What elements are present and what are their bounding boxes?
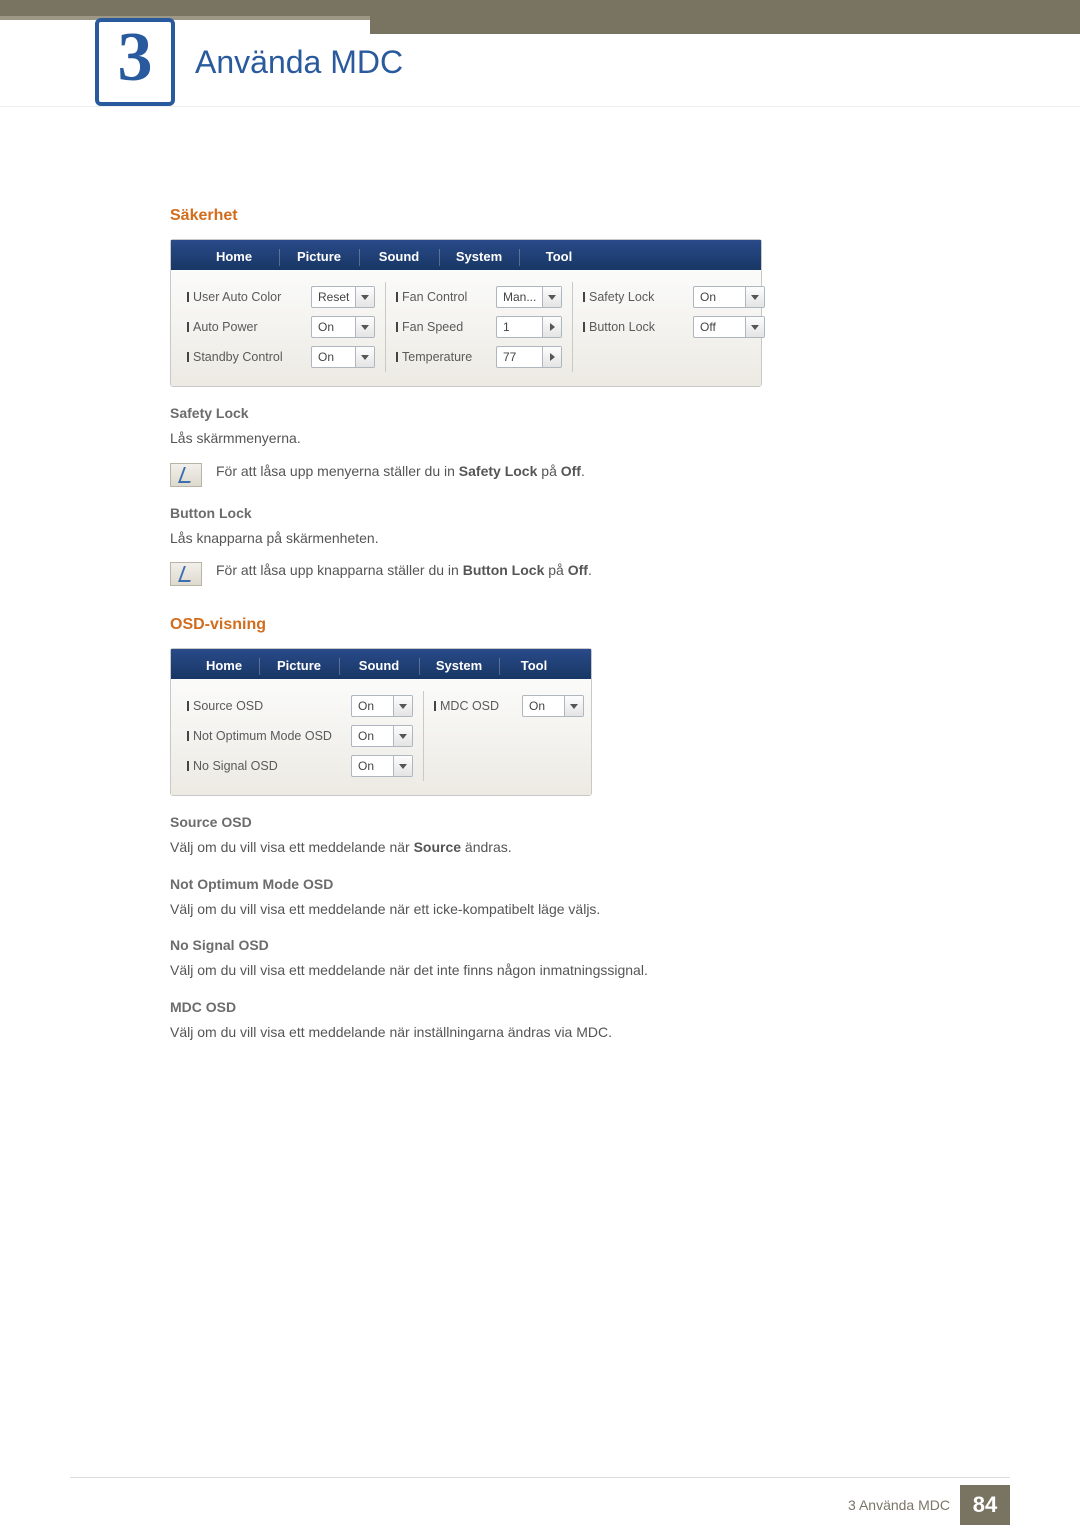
label-button-lock: Button Lock [583,320,685,334]
chevron-down-icon [355,317,374,337]
chevron-down-icon [355,347,374,367]
text-not-optimum-osd: Välj om du vill visa ett meddelande när … [170,900,910,920]
subheading-button-lock: Button Lock [170,505,910,521]
dd-fan-control[interactable]: Man... [496,286,562,308]
subheading-source-osd: Source OSD [170,814,910,830]
note-text: För att låsa upp menyerna ställer du in … [216,463,585,479]
label-mdc-osd: MDC OSD [434,699,514,713]
page-header: 3 Använda MDC [0,16,1080,107]
text-safety-lock: Lås skärmmenyerna. [170,429,910,449]
text-source-osd: Välj om du vill visa ett meddelande när … [170,838,910,858]
text-button-lock: Lås knapparna på skärmenheten. [170,529,910,549]
chapter-number: 3 [95,18,175,106]
subheading-not-optimum-osd: Not Optimum Mode OSD [170,876,910,892]
tab-system[interactable]: System [419,652,499,679]
dd-user-auto-color[interactable]: Reset [311,286,375,308]
tab-strip: Home Picture Sound System Tool [171,240,761,270]
dd-mdc-osd[interactable]: On [522,695,584,717]
chevron-down-icon [542,287,561,307]
tab-tool[interactable]: Tool [519,243,599,270]
dd-button-lock[interactable]: Off [693,316,765,338]
section-heading-safety: Säkerhet [170,207,910,225]
footer-text: 3 Använda MDC [848,1497,950,1513]
label-standby-control: Standby Control [187,350,303,364]
tab-system[interactable]: System [439,243,519,270]
dd-safety-lock[interactable]: On [693,286,765,308]
chevron-down-icon [393,756,412,776]
dd-no-signal-osd[interactable]: On [351,755,413,777]
label-user-auto-color: User Auto Color [187,290,303,304]
osd-panel: Home Picture Sound System Tool Source OS… [170,648,592,796]
chevron-down-icon [745,317,764,337]
safety-panel: Home Picture Sound System Tool User Auto… [170,239,762,387]
chevron-down-icon [355,287,374,307]
tab-home[interactable]: Home [189,243,279,270]
tab-picture[interactable]: Picture [259,652,339,679]
label-not-optimum-osd: Not Optimum Mode OSD [187,729,343,743]
text-no-signal-osd: Välj om du vill visa ett meddelande när … [170,961,910,981]
label-auto-power: Auto Power [187,320,303,334]
dd-source-osd[interactable]: On [351,695,413,717]
note-button-lock: För att låsa upp knapparna ställer du in… [170,562,910,586]
tab-sound[interactable]: Sound [359,243,439,270]
chevron-down-icon [393,726,412,746]
subheading-no-signal-osd: No Signal OSD [170,937,910,953]
label-fan-speed: Fan Speed [396,320,488,334]
tab-tool[interactable]: Tool [499,652,569,679]
dd-not-optimum-osd[interactable]: On [351,725,413,747]
spin-temperature[interactable]: 77 [496,346,562,368]
header-stripe-right [370,16,1080,34]
dd-auto-power[interactable]: On [311,316,375,338]
note-icon [170,562,202,586]
spin-fan-speed[interactable]: 1 [496,316,562,338]
chevron-down-icon [745,287,764,307]
note-safety-lock: För att låsa upp menyerna ställer du in … [170,463,910,487]
note-icon [170,463,202,487]
top-bar [0,0,1080,16]
chevron-right-icon [542,317,561,337]
label-temperature: Temperature [396,350,488,364]
section-heading-osd: OSD-visning [170,616,910,634]
chapter-title: Använda MDC [195,44,403,81]
page-number: 84 [960,1485,1010,1525]
label-no-signal-osd: No Signal OSD [187,759,343,773]
header-stripe-left [0,16,370,20]
page-content: Säkerhet Home Picture Sound System Tool … [0,107,1080,1097]
chevron-down-icon [393,696,412,716]
footer-divider [70,1477,1010,1478]
label-fan-control: Fan Control [396,290,488,304]
tab-strip: Home Picture Sound System Tool [171,649,591,679]
note-text: För att låsa upp knapparna ställer du in… [216,562,592,578]
page-footer: 3 Använda MDC 84 [0,1477,1080,1533]
tab-home[interactable]: Home [189,652,259,679]
chevron-down-icon [564,696,583,716]
dd-standby-control[interactable]: On [311,346,375,368]
tab-picture[interactable]: Picture [279,243,359,270]
chevron-right-icon [542,347,561,367]
tab-sound[interactable]: Sound [339,652,419,679]
text-mdc-osd: Välj om du vill visa ett meddelande när … [170,1023,910,1043]
label-source-osd: Source OSD [187,699,343,713]
label-safety-lock: Safety Lock [583,290,685,304]
subheading-mdc-osd: MDC OSD [170,999,910,1015]
subheading-safety-lock: Safety Lock [170,405,910,421]
